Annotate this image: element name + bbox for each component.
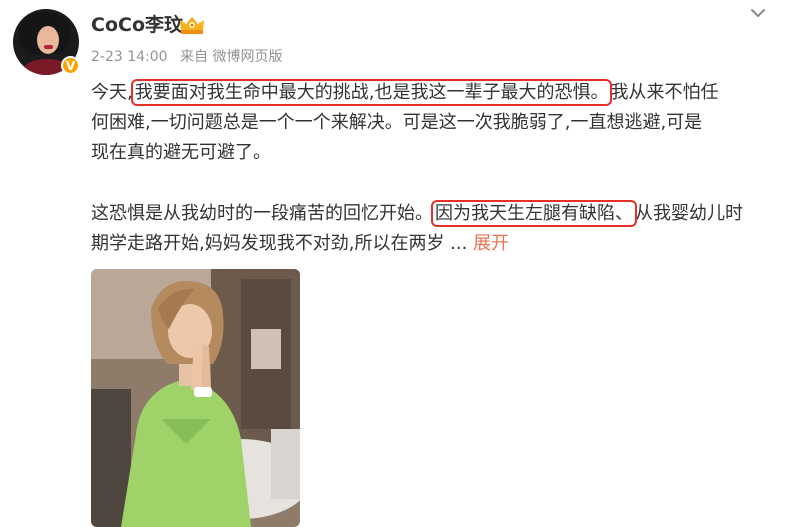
vip-crown-icon: [180, 17, 204, 34]
verified-icon: V: [61, 56, 80, 75]
paragraph-line: 今天, 我要面对我生命中最大的挑战,也是我这一辈子最大的恐惧。 我从来不怕任: [91, 78, 781, 108]
post-paragraph-2: 这恐惧是从我幼时的一段痛苦的回忆开始。 因为我天生左腿有缺陷、 从我婴幼儿时 期学走…: [91, 199, 781, 259]
highlighted-text: 我要面对我生命中最大的挑战,也是我这一辈子最大的恐惧。: [130, 79, 613, 106]
post-date[interactable]: 2-23 14:00: [91, 49, 168, 65]
paragraph-line: 这恐惧是从我幼时的一段痛苦的回忆开始。 因为我天生左腿有缺陷、 从我婴幼儿时: [91, 199, 781, 229]
avatar-face: [37, 26, 59, 54]
post-paragraph-1: 今天, 我要面对我生命中最大的挑战,也是我这一辈子最大的恐惧。 我从来不怕任 何困难…: [91, 78, 781, 168]
paragraph-line: 现在真的避无可避了。: [91, 142, 271, 163]
post-photo[interactable]: [91, 269, 300, 527]
author-name[interactable]: CoCo李玟: [91, 12, 183, 38]
avatar-lips: [44, 45, 53, 49]
photo-illustration: [91, 269, 300, 527]
highlighted-text: 因为我天生左腿有缺陷、: [431, 200, 637, 227]
paragraph-line: 何困难,一切问题总是一个一个来解决。可是这一次我脆弱了,一直想逃避,可是: [91, 112, 703, 133]
text-segment: 这恐惧是从我幼时的一段痛苦的回忆开始。: [91, 203, 433, 224]
text-segment: 今天,: [91, 82, 133, 103]
paragraph-line: 期学走路开始,妈妈发现我不对劲,所以在两岁 ... 展开: [91, 229, 781, 259]
text-segment: 期学走路开始,妈妈发现我不对劲,所以在两岁 ...: [91, 233, 468, 254]
avatar[interactable]: V: [13, 9, 80, 75]
chevron-down-icon[interactable]: [748, 3, 768, 23]
post-meta: 2-23 14:00 来自 微博网页版: [91, 47, 290, 67]
expand-link[interactable]: 展开: [473, 233, 509, 254]
text-segment: 从我婴幼儿时: [635, 203, 743, 224]
post-source: 来自 微博网页版: [180, 49, 283, 65]
text-segment: 我从来不怕任: [610, 82, 719, 103]
